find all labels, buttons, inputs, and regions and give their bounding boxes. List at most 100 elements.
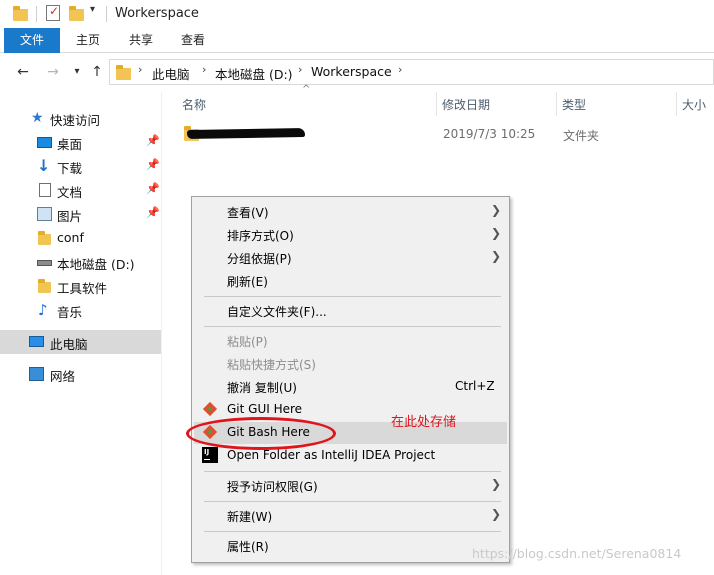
column-header-name[interactable]: 名称 <box>182 96 206 113</box>
sidebar-item-label: 桌面 <box>57 137 83 152</box>
arrow-left-icon[interactable]: ← <box>14 62 32 82</box>
sidebar-item-label: 图片 <box>57 209 83 224</box>
sidebar-item-label: 本地磁盘 (D:) <box>57 257 135 272</box>
navigation-bar: ← → ▾ ↑ › 此电脑 › 本地磁盘 (D:) › Workerspace … <box>0 58 714 86</box>
breadcrumb-local-disk[interactable]: 本地磁盘 (D:) <box>215 64 293 83</box>
file-modified-date: 2019/7/3 10:25 <box>443 127 536 141</box>
list-item[interactable]: 2019/7/3 10:25 文件夹 <box>175 122 705 146</box>
properties-icon[interactable] <box>46 4 60 21</box>
divider[interactable] <box>436 92 437 116</box>
menu-separator <box>204 326 501 327</box>
menu-item-paste[interactable]: 粘贴(P) <box>194 330 507 352</box>
pin-icon[interactable]: 📌 <box>146 182 160 195</box>
pin-icon[interactable]: 📌 <box>146 158 160 171</box>
sidebar-item-label: 工具软件 <box>57 281 108 296</box>
menu-item-label: 分组依据(P) <box>227 252 292 266</box>
address-bar[interactable]: › 此电脑 › 本地磁盘 (D:) › Workerspace › <box>109 59 714 85</box>
tab-home[interactable]: 主页 <box>65 28 111 53</box>
sidebar-item-label: 此电脑 <box>50 337 88 352</box>
arrow-up-icon[interactable]: ↑ <box>88 62 106 82</box>
breadcrumb-separator-icon[interactable]: › <box>398 63 402 76</box>
sidebar-item-network[interactable]: 网络 <box>0 362 161 386</box>
menu-item-view[interactable]: 查看(V) ❯ <box>194 201 507 223</box>
sidebar-item-this-pc[interactable]: 此电脑 <box>0 330 161 354</box>
menu-item-shortcut: Ctrl+Z <box>455 379 495 393</box>
star-icon: ★ <box>31 110 44 126</box>
menu-item-label: 排序方式(O) <box>227 229 294 243</box>
music-icon: ♪ <box>38 301 48 319</box>
sidebar-item-music[interactable]: ♪ 音乐 <box>0 298 161 322</box>
git-icon <box>202 401 218 417</box>
chevron-down-icon[interactable]: ▾ <box>68 62 86 82</box>
picture-icon <box>37 207 52 221</box>
menu-separator <box>204 501 501 502</box>
menu-item-label: 粘贴快捷方式(S) <box>227 358 316 372</box>
watermark: https://blog.csdn.net/Serena0814 <box>472 546 682 561</box>
divider[interactable] <box>676 92 677 116</box>
menu-item-properties[interactable]: 属性(R) <box>194 535 507 557</box>
arrow-right-icon[interactable]: → <box>44 62 62 82</box>
column-header-size[interactable]: 大小 <box>682 96 706 113</box>
menu-item-label: 授予访问权限(G) <box>227 480 318 494</box>
menu-item-paste-shortcut[interactable]: 粘贴快捷方式(S) <box>194 353 507 375</box>
folder-icon <box>38 279 51 293</box>
column-header-type[interactable]: 类型 <box>562 96 586 113</box>
menu-item-label: 新建(W) <box>227 510 273 524</box>
pin-icon[interactable]: 📌 <box>146 134 160 147</box>
menu-item-grant-access[interactable]: 授予访问权限(G) ❯ <box>194 475 507 497</box>
menu-item-label: Git GUI Here <box>227 402 303 416</box>
network-icon <box>29 367 44 381</box>
folder-icon <box>116 65 131 80</box>
menu-item-label: Open Folder as IntelliJ IDEA Project <box>227 448 436 462</box>
folder-icon[interactable] <box>13 6 28 21</box>
menu-item-label: 查看(V) <box>227 206 269 220</box>
breadcrumb-this-pc[interactable]: 此电脑 <box>152 64 190 83</box>
menu-item-sort-by[interactable]: 排序方式(O) ❯ <box>194 224 507 246</box>
menu-item-new[interactable]: 新建(W) ❯ <box>194 505 507 527</box>
chevron-up-icon: ^ <box>302 84 311 95</box>
breadcrumb-workerspace[interactable]: Workerspace <box>311 64 392 79</box>
new-folder-icon[interactable] <box>69 6 84 21</box>
sidebar-item-downloads[interactable]: ↓ 下载 📌 <box>0 154 161 178</box>
chevron-right-icon: ❯ <box>491 203 502 217</box>
computer-icon <box>29 336 44 347</box>
sidebar-item-quick-access[interactable]: ★ 快速访问 <box>0 106 161 130</box>
breadcrumb-separator-icon[interactable]: › <box>138 63 142 76</box>
sidebar-item-label: 音乐 <box>57 305 83 320</box>
breadcrumb-separator-icon[interactable]: › <box>202 63 206 76</box>
customize-toolbar-icon[interactable]: ▾ <box>90 4 95 15</box>
breadcrumb-separator-icon[interactable]: › <box>298 63 302 76</box>
sidebar-item-label: 快速访问 <box>50 113 101 128</box>
sidebar-item-documents[interactable]: 文档 📌 <box>0 178 161 202</box>
chevron-right-icon: ❯ <box>491 507 502 521</box>
menu-item-refresh[interactable]: 刷新(E) <box>194 270 507 292</box>
menu-item-label: 刷新(E) <box>227 275 268 289</box>
menu-item-label: 属性(R) <box>227 540 269 554</box>
tab-share[interactable]: 共享 <box>118 28 164 53</box>
window-title: Workerspace <box>115 6 199 21</box>
menu-separator <box>204 531 501 532</box>
sidebar-item-tools[interactable]: 工具软件 <box>0 274 161 298</box>
menu-item-group-by[interactable]: 分组依据(P) ❯ <box>194 247 507 269</box>
tab-file[interactable]: 文件 <box>4 28 60 53</box>
sidebar-item-desktop[interactable]: 桌面 📌 <box>0 130 161 154</box>
menu-item-undo-copy[interactable]: 撤消 复制(U) Ctrl+Z <box>194 376 507 398</box>
navigation-pane: ★ 快速访问 桌面 📌 ↓ 下载 📌 文档 📌 图片 📌 conf 本地磁盘 (… <box>0 92 162 575</box>
desktop-icon <box>37 137 52 148</box>
sidebar-item-local-disk[interactable]: 本地磁盘 (D:) <box>0 250 161 274</box>
pin-icon[interactable]: 📌 <box>146 206 160 219</box>
file-type: 文件夹 <box>563 129 600 143</box>
sidebar-item-pictures[interactable]: 图片 📌 <box>0 202 161 226</box>
tab-view[interactable]: 查看 <box>170 28 216 53</box>
column-header-date[interactable]: 修改日期 <box>442 96 490 113</box>
menu-item-label: 自定义文件夹(F)... <box>227 305 327 319</box>
annotation-text: 在此处存储 <box>391 415 457 430</box>
menu-item-customize-folder[interactable]: 自定义文件夹(F)... <box>194 300 507 322</box>
divider[interactable] <box>556 92 557 116</box>
chevron-right-icon: ❯ <box>491 249 502 263</box>
folder-icon <box>38 231 51 245</box>
disk-icon <box>37 260 52 266</box>
ribbon-tabs: 文件 主页 共享 查看 <box>0 28 714 53</box>
menu-separator <box>204 296 501 297</box>
sidebar-item-conf[interactable]: conf <box>0 226 161 250</box>
